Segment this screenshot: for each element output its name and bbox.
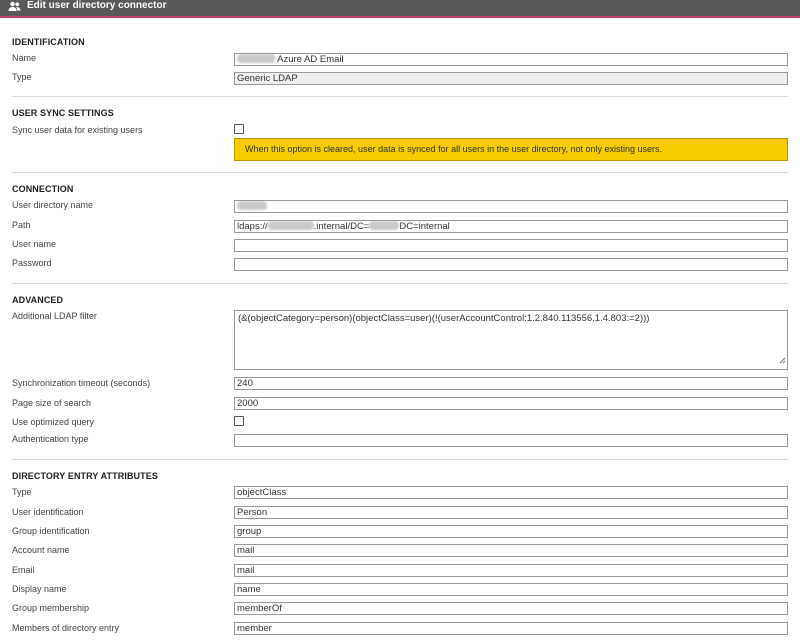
ldap-filter-label: Additional LDAP filter (12, 311, 97, 321)
display-name-input[interactable]: name (234, 583, 788, 596)
redacted-text (237, 201, 267, 210)
group-membership-input[interactable]: memberOf (234, 602, 788, 615)
password-input[interactable] (234, 258, 788, 271)
ldap-filter-value: (&(objectCategory=person)(objectClass=us… (238, 313, 650, 324)
members-of-entry-input[interactable]: member (234, 622, 788, 635)
directory-name-label: User directory name (12, 200, 94, 210)
email-input[interactable]: mail (234, 564, 788, 577)
group-identification-label: Group identification (12, 526, 90, 536)
account-name-input[interactable]: mail (234, 544, 788, 557)
name-label: Name (12, 53, 37, 63)
path-middle: .internal/DC= (313, 221, 370, 232)
page-size-label: Page size of search (12, 398, 92, 408)
redacted-text (237, 54, 275, 63)
group-membership-label: Group membership (12, 603, 90, 613)
sync-timeout-input[interactable]: 240 (234, 377, 788, 390)
sync-timeout-label: Synchronization timeout (seconds) (12, 378, 151, 388)
attr-type-input[interactable]: objectClass (234, 486, 788, 499)
auth-type-input[interactable] (234, 434, 788, 447)
dialog-header: Edit user directory connector (0, 0, 800, 18)
email-label: Email (12, 565, 35, 575)
path-suffix: DC=internal (399, 221, 450, 232)
optimized-query-label: Use optimized query (12, 417, 95, 427)
password-label: Password (12, 258, 52, 268)
section-divider (12, 96, 788, 97)
ldap-filter-textarea[interactable]: (&(objectCategory=person)(objectClass=us… (234, 310, 788, 370)
group-identification-input[interactable]: group (234, 525, 788, 538)
page-size-input[interactable]: 2000 (234, 397, 788, 410)
redacted-text (369, 221, 400, 230)
section-divider (12, 459, 788, 460)
connection-section-title: CONNECTION (12, 184, 74, 194)
optimized-query-checkbox[interactable] (234, 416, 244, 426)
resize-grip-icon[interactable] (779, 356, 786, 368)
directory-name-input[interactable] (234, 200, 788, 213)
user-sync-section-title: USER SYNC SETTINGS (12, 108, 114, 118)
attributes-section-title: DIRECTORY ENTRY ATTRIBUTES (12, 471, 158, 481)
section-divider (12, 283, 788, 284)
name-input[interactable]: Azure AD Email (234, 53, 788, 66)
users-icon (8, 1, 21, 15)
account-name-label: Account name (12, 545, 70, 555)
username-label: User name (12, 239, 57, 249)
name-value: Azure AD Email (277, 54, 344, 65)
auth-type-label: Authentication type (12, 434, 89, 444)
attr-type-label: Type (12, 487, 32, 497)
user-identification-label: User identification (12, 507, 84, 517)
section-divider (12, 172, 788, 173)
path-label: Path (12, 220, 31, 230)
sync-existing-users-label: Sync user data for existing users (12, 125, 143, 135)
sync-warning-message: When this option is cleared, user data i… (234, 138, 788, 161)
path-prefix: ldaps:// (237, 221, 268, 232)
dialog-title: Edit user directory connector (27, 0, 167, 11)
type-field: Generic LDAP (234, 72, 788, 85)
username-input[interactable] (234, 239, 788, 252)
sync-existing-users-checkbox[interactable] (234, 124, 244, 134)
advanced-section-title: ADVANCED (12, 295, 64, 305)
path-input[interactable]: ldaps:// .internal/DC= DC=internal (234, 220, 788, 233)
identification-section-title: IDENTIFICATION (12, 37, 85, 47)
user-identification-input[interactable]: Person (234, 506, 788, 519)
redacted-text (267, 221, 314, 230)
members-of-entry-label: Members of directory entry (12, 623, 120, 633)
type-label: Type (12, 72, 32, 82)
display-name-label: Display name (12, 584, 67, 594)
